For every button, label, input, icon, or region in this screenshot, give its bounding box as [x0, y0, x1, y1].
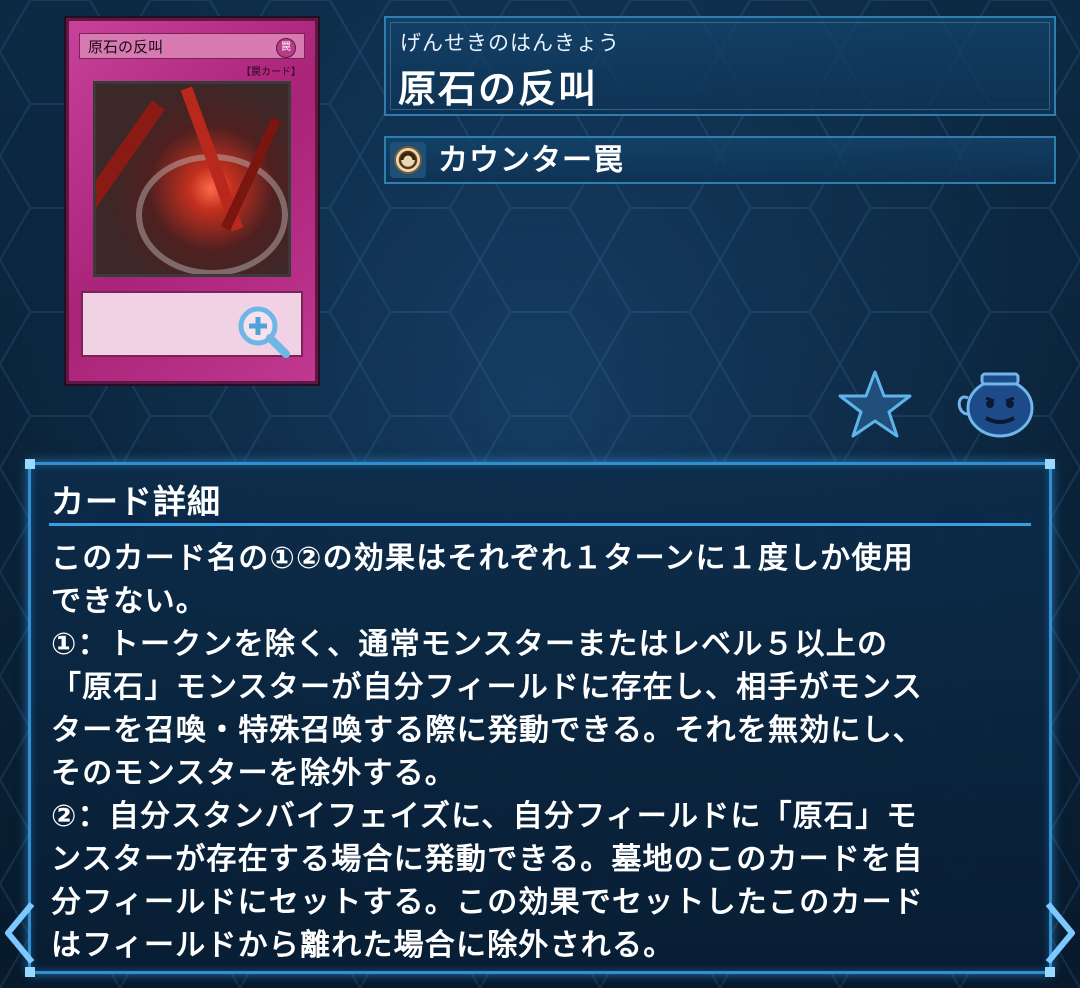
card-type-label: カウンター罠 [438, 143, 624, 178]
detail-divider [49, 523, 1031, 526]
magnifier-plus-icon [238, 306, 290, 358]
zoom-button[interactable] [234, 302, 294, 362]
card-name-panel: げんせきのはんきょう 原石の反叫 [384, 16, 1056, 116]
card-attribute-icon: 罠 [276, 38, 296, 58]
card-face-name: 原石の反叫 罠 [79, 33, 305, 59]
card-face-type: 【罠カード】 [241, 67, 301, 78]
next-card-button[interactable] [1040, 898, 1080, 968]
card-effect-text[interactable]: このカード名の①②の効果はそれぞれ１ターンに１度しか使用 できない。 ①：トーク… [51, 537, 1041, 967]
detail-title: カード詳細 [51, 482, 221, 521]
favorite-button[interactable] [836, 368, 914, 440]
star-icon [838, 370, 912, 438]
card-name-reading: げんせきのはんきょう [400, 31, 620, 55]
pot-of-greed-icon [957, 372, 1034, 438]
card-detail-panel: カード詳細 このカード名の①②の効果はそれぞれ１ターンに１度しか使用 できない。… [25, 459, 1055, 977]
chevron-right-icon [1045, 902, 1075, 964]
card-artwork [93, 81, 291, 277]
chevron-left-icon [5, 902, 35, 964]
counter-trap-icon [390, 142, 426, 178]
card-name: 原石の反叫 [398, 67, 599, 111]
previous-card-button[interactable] [0, 898, 40, 968]
pot-button[interactable] [952, 368, 1040, 440]
card-type-panel: カウンター罠 [384, 136, 1056, 184]
